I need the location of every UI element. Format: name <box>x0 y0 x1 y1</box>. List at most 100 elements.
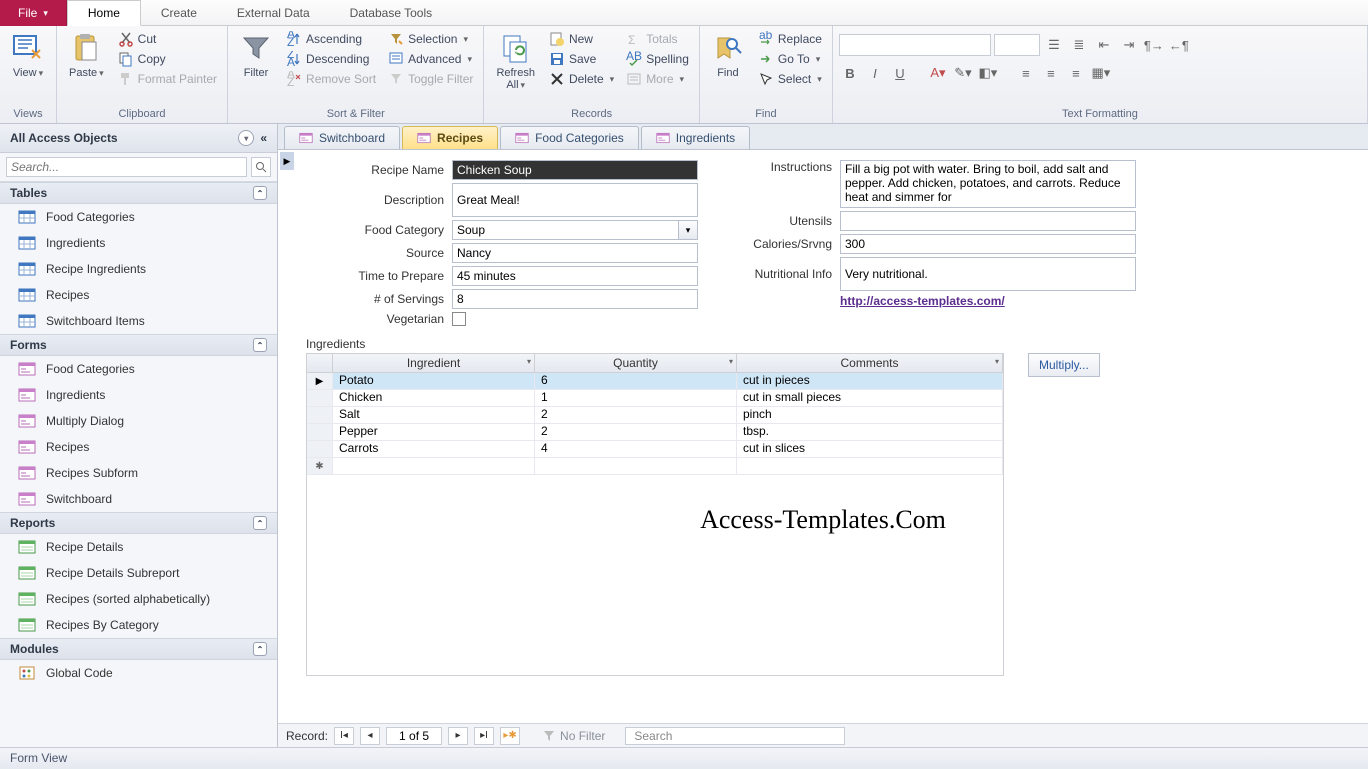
more-button[interactable]: More <box>622 70 693 88</box>
nav-item-tables-3[interactable]: Recipes <box>0 282 277 308</box>
nav-item-tables-4[interactable]: Switchboard Items <box>0 308 277 334</box>
nav-item-reports-2[interactable]: Recipes (sorted alphabetically) <box>0 586 277 612</box>
refresh-all-button[interactable]: Refresh All <box>490 30 541 93</box>
italic-button[interactable]: I <box>864 62 886 84</box>
nav-section-reports[interactable]: Reports⌃ <box>0 512 277 534</box>
field-time[interactable] <box>452 266 698 286</box>
gridlines-button[interactable]: ▦▾ <box>1090 62 1112 84</box>
nav-item-reports-3[interactable]: Recipes By Category <box>0 612 277 638</box>
subform-row[interactable]: Salt 2 pinch <box>307 407 1003 424</box>
nav-item-forms-0[interactable]: Food Categories <box>0 356 277 382</box>
nav-item-forms-3[interactable]: Recipes <box>0 434 277 460</box>
nav-header[interactable]: All Access Objects ▾« <box>0 124 277 153</box>
recnav-next[interactable]: ▸ <box>448 727 468 745</box>
indent-inc-icon[interactable]: ⇥ <box>1118 34 1140 56</box>
nav-item-reports-1[interactable]: Recipe Details Subreport <box>0 560 277 586</box>
food-category-dd-button[interactable]: ▾ <box>678 220 698 240</box>
template-link[interactable]: http://access-templates.com/ <box>840 294 1005 308</box>
filter-button[interactable]: Filter <box>234 30 278 81</box>
nav-item-tables-2[interactable]: Recipe Ingredients <box>0 256 277 282</box>
nav-item-forms-4[interactable]: Recipes Subform <box>0 460 277 486</box>
tab-home[interactable]: Home <box>67 0 141 26</box>
subform-header-quantity[interactable]: Quantity▾ <box>535 354 737 372</box>
nav-item-forms-2[interactable]: Multiply Dialog <box>0 408 277 434</box>
cut-button[interactable]: Cut <box>114 30 221 48</box>
doctab-recipes[interactable]: Recipes <box>402 126 498 149</box>
numbering-icon[interactable]: ≣ <box>1068 34 1090 56</box>
underline-button[interactable]: U <box>889 62 911 84</box>
doctab-food categories[interactable]: Food Categories <box>500 126 639 149</box>
nav-item-forms-1[interactable]: Ingredients <box>0 382 277 408</box>
subform-sel-header[interactable] <box>307 354 333 372</box>
nav-section-modules[interactable]: Modules⌃ <box>0 638 277 660</box>
font-family-combo[interactable] <box>839 34 991 56</box>
nav-dd-icon[interactable]: ▾ <box>238 130 254 146</box>
selection-button[interactable]: Selection <box>384 30 477 48</box>
field-nutritional[interactable] <box>840 257 1136 291</box>
select-button[interactable]: Select <box>754 70 826 88</box>
toggle-filter-button[interactable]: Toggle Filter <box>384 70 477 88</box>
subform-row[interactable]: ▶ Potato 6 cut in pieces <box>307 373 1003 390</box>
multiply-button[interactable]: Multiply... <box>1028 353 1100 377</box>
search-icon[interactable] <box>251 157 271 177</box>
paste-button[interactable]: Paste <box>63 30 110 81</box>
align-left-button[interactable]: ≡ <box>1015 62 1037 84</box>
fill-button[interactable]: ◧▾ <box>977 62 999 84</box>
tab-external-data[interactable]: External Data <box>217 0 330 26</box>
bold-button[interactable]: B <box>839 62 861 84</box>
ascending-button[interactable]: AZAscending <box>282 30 380 48</box>
nav-item-forms-5[interactable]: Switchboard <box>0 486 277 512</box>
highlight-button[interactable]: ✎▾ <box>952 62 974 84</box>
format-painter-button[interactable]: Format Painter <box>114 70 221 88</box>
tab-create[interactable]: Create <box>141 0 217 26</box>
font-color-button[interactable]: A▾ <box>927 62 949 84</box>
find-button[interactable]: Find <box>706 30 750 81</box>
spelling-button[interactable]: ABCSpelling <box>622 50 693 68</box>
nav-item-modules-0[interactable]: Global Code <box>0 660 277 686</box>
nav-collapse-button[interactable]: « <box>260 131 267 145</box>
nav-search-input[interactable] <box>6 157 247 177</box>
rtl-icon[interactable]: ←¶ <box>1168 34 1190 56</box>
subform-row[interactable]: Carrots 4 cut in slices <box>307 441 1003 458</box>
totals-button[interactable]: ΣTotals <box>622 30 693 48</box>
record-selector[interactable] <box>280 152 294 170</box>
subform-header-comments[interactable]: Comments▾ <box>737 354 1003 372</box>
save-button[interactable]: Save <box>545 50 618 68</box>
goto-button[interactable]: Go To <box>754 50 826 68</box>
subform-new-row[interactable] <box>307 458 1003 475</box>
bullets-icon[interactable]: ☰ <box>1043 34 1065 56</box>
replace-button[interactable]: abReplace <box>754 30 826 48</box>
view-button[interactable]: View <box>6 30 50 81</box>
recnav-search[interactable]: Search <box>625 727 845 745</box>
align-right-button[interactable]: ≡ <box>1065 62 1087 84</box>
checkbox-vegetarian[interactable] <box>452 312 466 326</box>
nav-item-tables-1[interactable]: Ingredients <box>0 230 277 256</box>
subform-row[interactable]: Chicken 1 cut in small pieces <box>307 390 1003 407</box>
delete-button[interactable]: Delete <box>545 70 618 88</box>
ltr-icon[interactable]: ¶→ <box>1143 34 1165 56</box>
doctab-ingredients[interactable]: Ingredients <box>641 126 750 149</box>
field-utensils[interactable] <box>840 211 1136 231</box>
recnav-new[interactable]: ▸✱ <box>500 727 520 745</box>
align-center-button[interactable]: ≡ <box>1040 62 1062 84</box>
recnav-last[interactable]: ▸I <box>474 727 494 745</box>
recnav-nofilter[interactable]: No Filter <box>542 729 605 743</box>
doctab-switchboard[interactable]: Switchboard <box>284 126 400 149</box>
nav-section-forms[interactable]: Forms⌃ <box>0 334 277 356</box>
tab-file[interactable]: File▾ <box>0 0 67 26</box>
field-recipe-name[interactable] <box>452 160 698 180</box>
descending-button[interactable]: ZADescending <box>282 50 380 68</box>
subform-row[interactable]: Pepper 2 tbsp. <box>307 424 1003 441</box>
new-button[interactable]: New <box>545 30 618 48</box>
field-instructions[interactable]: Fill a big pot with water. Bring to boil… <box>840 160 1136 208</box>
nav-item-reports-0[interactable]: Recipe Details <box>0 534 277 560</box>
field-description[interactable] <box>452 183 698 217</box>
tab-database-tools[interactable]: Database Tools <box>330 0 453 26</box>
subform-header-ingredient[interactable]: Ingredient▾ <box>333 354 535 372</box>
recnav-prev[interactable]: ◂ <box>360 727 380 745</box>
field-food-category[interactable] <box>452 220 678 240</box>
nav-item-tables-0[interactable]: Food Categories <box>0 204 277 230</box>
nav-section-tables[interactable]: Tables⌃ <box>0 182 277 204</box>
recnav-first[interactable]: I◂ <box>334 727 354 745</box>
font-size-combo[interactable] <box>994 34 1040 56</box>
